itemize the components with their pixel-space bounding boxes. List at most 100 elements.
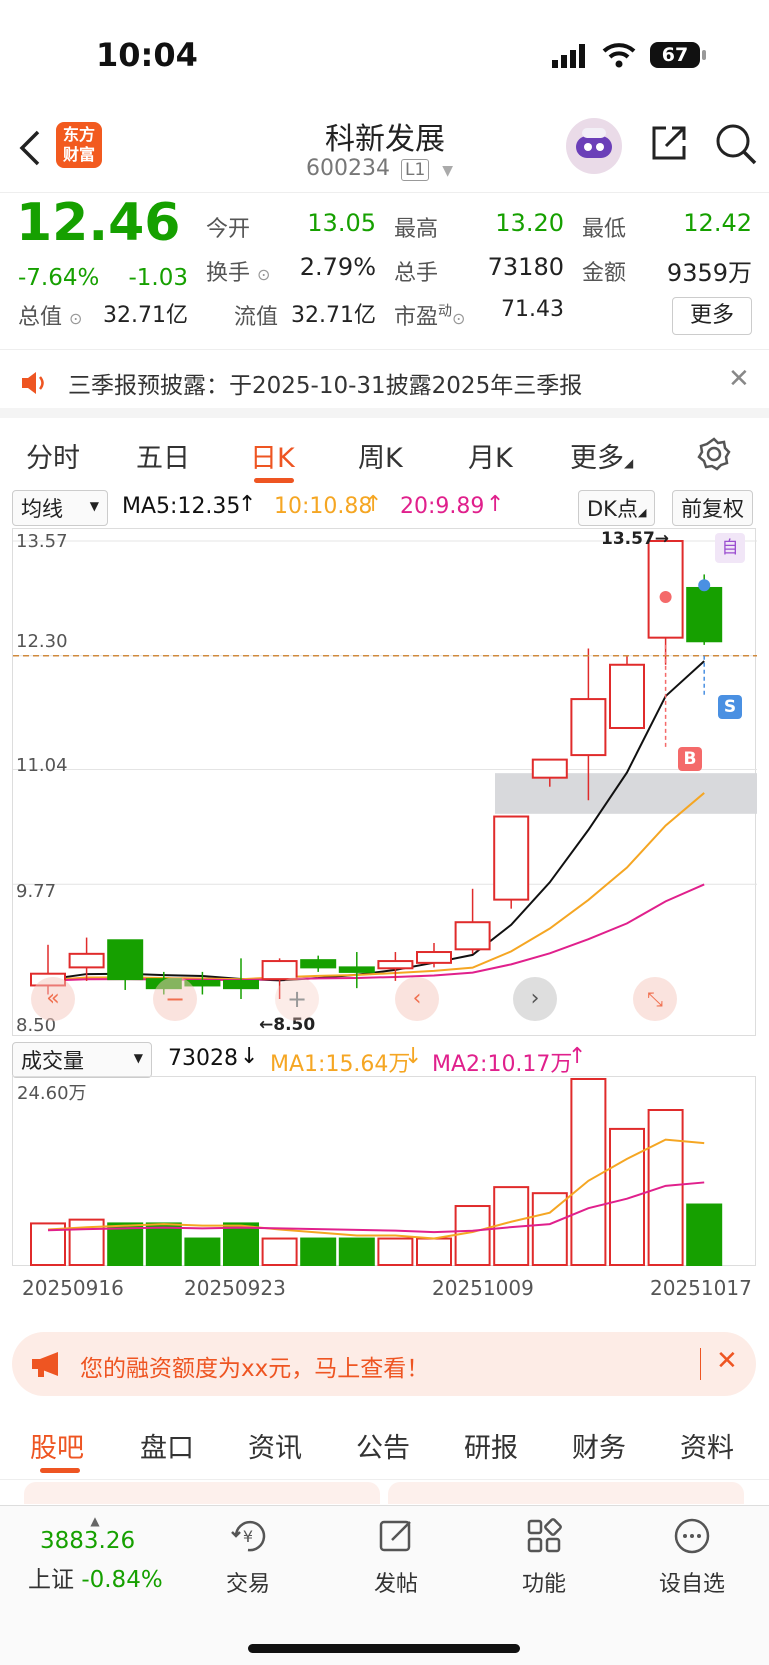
tab-zixun[interactable]: 资讯 [248,1426,302,1465]
tab-yuek[interactable]: 月K [468,436,513,475]
fullscreen-icon[interactable]: ⤡ [633,977,677,1021]
volume-bar [377,1237,414,1267]
megaphone-icon [30,1350,64,1382]
info-icon[interactable]: ⊙ [452,309,465,328]
self-badge[interactable]: 自 [715,533,745,563]
margin-ad-banner[interactable]: 您的融资额度为xx元，马上查看！ ✕ [12,1332,756,1396]
settings-gear-icon[interactable] [696,436,732,476]
active-tab-underline [40,1468,80,1473]
stock-header: 东方 财富 科新发展 600234 L1 ▼ [0,110,769,192]
ad-divider [700,1348,701,1380]
volume-label: 总手 [394,261,439,286]
volume-bar [184,1237,221,1267]
search-icon[interactable] [714,122,758,170]
turnover-value: 2.79% [299,253,376,281]
support-zone [495,773,757,814]
volume-chart[interactable]: 24.60万 [12,1076,756,1267]
volume-bar [300,1237,337,1267]
zoom-in-icon[interactable]: + [275,977,319,1021]
candle-body [609,663,645,729]
stock-code: 600234 [306,156,390,181]
notice-bar[interactable]: 三季报预披露：于2025-10-31披露2025年三季报 ✕ [0,350,769,418]
vol-ma1: MA1:15.64万 [270,1052,411,1077]
info-icon[interactable]: ⊙ [257,265,270,284]
tab-ziliao[interactable]: 资料 [680,1426,734,1465]
volume-bar [338,1237,375,1267]
close-icon[interactable]: ✕ [728,364,750,394]
nav-functions[interactable]: 功能 [494,1516,594,1598]
ad-text: 您的融资额度为xx元，马上查看！ [80,1356,430,1382]
tab-wuri[interactable]: 五日 [136,436,190,475]
tab-caiwu[interactable]: 财务 [572,1426,626,1465]
close-icon[interactable]: ✕ [716,1346,738,1376]
battery-tip [702,50,706,60]
pe-label: 市盈动⊙ [394,303,466,330]
back-icon[interactable] [18,128,42,172]
scroll-left-icon[interactable]: ‹ [395,977,439,1021]
volume-value: 73180 [487,253,564,281]
nav-trade[interactable]: ¥ 交易 [198,1516,298,1598]
mktcap-value: 32.71亿 [103,303,188,328]
low-label: 最低 [582,217,627,242]
ma5-value: MA5:12.35 [122,494,241,519]
tab-gonggao[interactable]: 公告 [356,1426,410,1465]
price-label-2: 12.30 [16,631,68,652]
candle-body [493,815,530,901]
index-line: 上证 -0.84% [20,1560,180,1594]
scroll-left-fast-icon[interactable]: « [31,977,75,1021]
nav-post[interactable]: 发帖 [346,1516,446,1598]
scroll-right-icon[interactable]: › [513,977,557,1021]
trade-yen-icon: ¥ [231,1520,266,1552]
zoom-out-icon[interactable]: − [153,977,197,1021]
mktcap-label: 总值 ⊙ [18,305,83,330]
content-peek [388,1482,744,1504]
stock-code-row[interactable]: 600234 L1 ▼ [306,156,453,181]
change-amount: -1.03 [128,265,188,291]
tab-guba[interactable]: 股吧 [30,1426,84,1465]
dk-button[interactable]: DK点◢ [578,490,656,526]
app-logo[interactable]: 东方 财富 [56,122,102,168]
volume-bar [223,1222,259,1266]
more-button[interactable]: 更多 [672,297,752,335]
tab-fenshi[interactable]: 分时 [26,436,80,475]
low-value: 12.42 [683,209,752,237]
volume-bar [609,1127,645,1267]
candle-body [300,959,337,969]
tab-rik[interactable]: 日K [250,436,295,475]
info-tabs: 股吧 盘口 资讯 公告 研报 财务 资料 [0,1408,769,1480]
active-tab-underline [254,478,294,483]
price-label-3: 11.04 [16,755,68,776]
battery-icon: 67 [650,42,700,68]
high-label: 最高 [394,217,439,242]
volume-bar [570,1078,607,1266]
nav-add-watchlist[interactable]: 设自选 [642,1516,742,1598]
tab-pankou[interactable]: 盘口 [140,1426,194,1465]
candle-body [223,979,259,990]
chevron-down-icon: ◢ [637,506,647,519]
sell-badge[interactable]: S [718,695,742,719]
indicator-select[interactable]: 均线 ▼ [12,490,108,526]
grid-icon [527,1518,562,1553]
share-icon[interactable] [648,122,690,168]
high-value: 13.20 [495,209,564,237]
info-icon[interactable]: ⊙ [69,309,82,328]
kline-chart[interactable]: 13.57 12.30 11.04 9.77 8.50 13.57→ ←8.50… [12,528,757,1036]
robot-avatar-icon[interactable] [566,118,622,174]
candle-body [416,951,452,964]
tab-zhouk[interactable]: 周K [358,436,403,475]
tab-yanbao[interactable]: 研报 [464,1426,518,1465]
svg-text:¥: ¥ [243,1527,253,1546]
volume-bar [416,1237,452,1267]
candle-body [261,960,298,981]
open-label: 今开 [206,217,251,242]
tab-more[interactable]: 更多◢ [570,436,633,475]
price-label-top: 13.57 [16,531,68,552]
volume-select[interactable]: 成交量 ▼ [12,1042,152,1078]
volume-max-label: 24.60万 [17,1083,87,1104]
index-widget[interactable]: ▲ 3883.26 上证 -0.84% [20,1514,180,1594]
speaker-icon [20,370,48,400]
level-badge: L1 [400,159,430,181]
adjust-button[interactable]: 前复权 [672,490,753,526]
buy-badge[interactable]: B [678,747,702,771]
current-price: 12.46 [16,193,181,253]
